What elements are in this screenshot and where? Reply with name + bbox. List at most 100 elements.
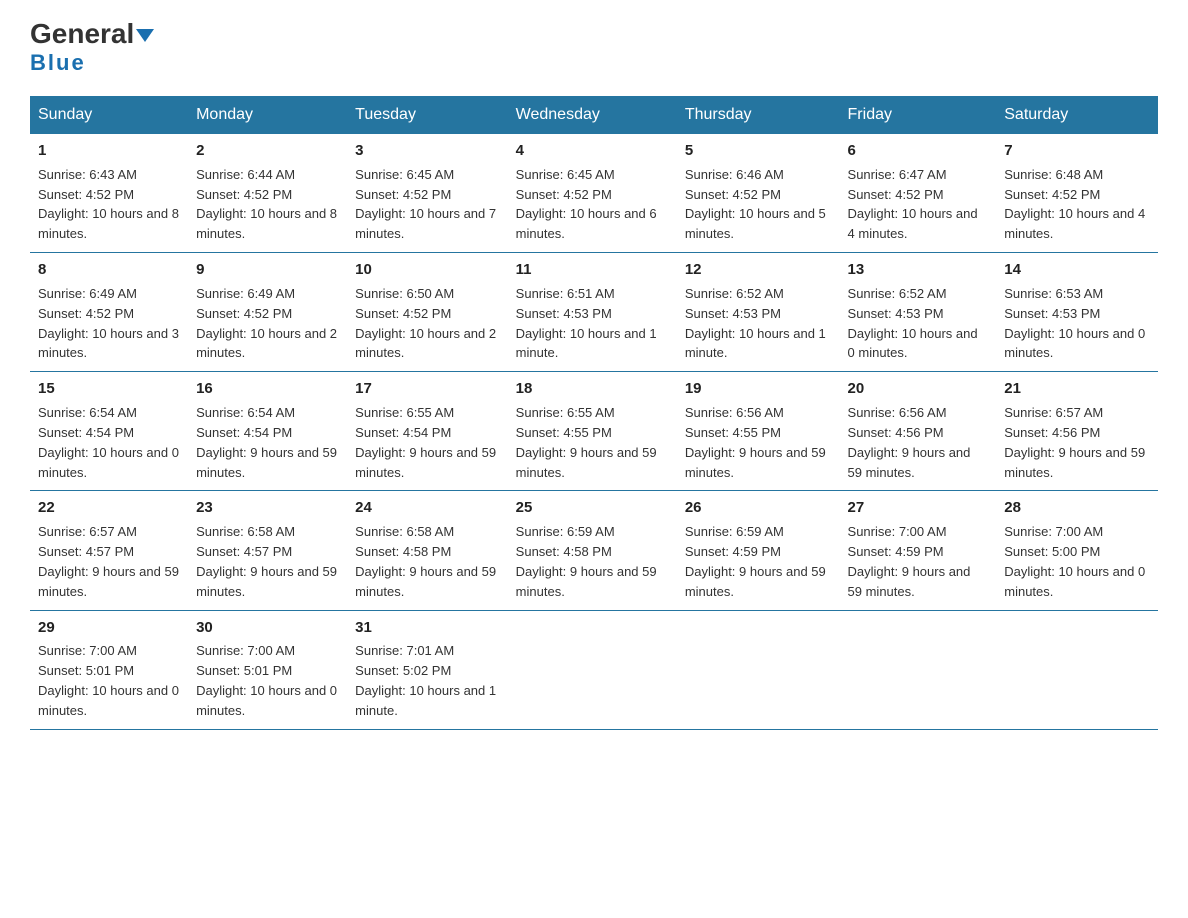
day-cell: 10Sunrise: 6:50 AMSunset: 4:52 PMDayligh… [347,253,508,372]
day-cell: 25 Sunrise: 6:59 AMSunset: 4:58 PMDayligh… [508,491,677,610]
day-info: Sunrise: 6:49 AMSunset: 4:52 PMDaylight:… [38,286,179,361]
header-thursday: Thursday [677,96,840,134]
header-tuesday: Tuesday [347,96,508,134]
day-info: Sunrise: 7:01 AMSunset: 5:02 PMDaylight:… [355,643,496,718]
day-number: 30 [196,617,339,639]
header-saturday: Saturday [996,96,1158,134]
day-info: Sunrise: 6:54 AMSunset: 4:54 PMDaylight:… [196,405,337,480]
day-number: 17 [355,378,500,400]
day-number: 12 [685,259,832,281]
day-number: 22 [38,497,180,519]
header-monday: Monday [188,96,347,134]
day-cell: 21 Sunrise: 6:57 AMSunset: 4:56 PMDayligh… [996,372,1158,491]
day-number: 27 [848,497,989,519]
day-info: Sunrise: 6:59 AMSunset: 4:59 PMDaylight:… [685,524,826,599]
day-info: Sunrise: 7:00 AMSunset: 4:59 PMDaylight:… [848,524,971,599]
day-number: 31 [355,617,500,639]
day-cell: 24Sunrise: 6:58 AMSunset: 4:58 PMDayligh… [347,491,508,610]
page-header: General Blue [30,20,1158,76]
day-info: Sunrise: 6:44 AMSunset: 4:52 PMDaylight:… [196,167,337,242]
day-cell: 13 Sunrise: 6:52 AMSunset: 4:53 PMDayligh… [840,253,997,372]
day-cell [996,610,1158,729]
day-cell: 9Sunrise: 6:49 AMSunset: 4:52 PMDaylight… [188,253,347,372]
day-cell: 15Sunrise: 6:54 AMSunset: 4:54 PMDayligh… [30,372,188,491]
day-number: 2 [196,140,339,162]
day-cell: 7 Sunrise: 6:48 AMSunset: 4:52 PMDaylight… [996,134,1158,253]
day-cell: 12 Sunrise: 6:52 AMSunset: 4:53 PMDayligh… [677,253,840,372]
day-cell: 19 Sunrise: 6:56 AMSunset: 4:55 PMDayligh… [677,372,840,491]
day-info: Sunrise: 6:47 AMSunset: 4:52 PMDaylight:… [848,167,978,242]
day-info: Sunrise: 6:52 AMSunset: 4:53 PMDaylight:… [848,286,978,361]
day-cell: 4 Sunrise: 6:45 AMSunset: 4:52 PMDaylight… [508,134,677,253]
week-row-3: 15Sunrise: 6:54 AMSunset: 4:54 PMDayligh… [30,372,1158,491]
day-info: Sunrise: 6:45 AMSunset: 4:52 PMDaylight:… [355,167,496,242]
day-cell: 1Sunrise: 6:43 AMSunset: 4:52 PMDaylight… [30,134,188,253]
day-number: 19 [685,378,832,400]
day-info: Sunrise: 6:53 AMSunset: 4:53 PMDaylight:… [1004,286,1145,361]
day-info: Sunrise: 6:51 AMSunset: 4:53 PMDaylight:… [516,286,657,361]
day-info: Sunrise: 6:56 AMSunset: 4:56 PMDaylight:… [848,405,971,480]
day-cell: 22 Sunrise: 6:57 AMSunset: 4:57 PMDayligh… [30,491,188,610]
calendar-table: SundayMondayTuesdayWednesdayThursdayFrid… [30,96,1158,730]
day-info: Sunrise: 6:45 AMSunset: 4:52 PMDaylight:… [516,167,657,242]
day-number: 16 [196,378,339,400]
day-cell: 23 Sunrise: 6:58 AMSunset: 4:57 PMDayligh… [188,491,347,610]
day-info: Sunrise: 6:54 AMSunset: 4:54 PMDaylight:… [38,405,179,480]
day-cell [677,610,840,729]
day-number: 21 [1004,378,1150,400]
day-info: Sunrise: 6:52 AMSunset: 4:53 PMDaylight:… [685,286,826,361]
day-number: 3 [355,140,500,162]
day-cell: 27 Sunrise: 7:00 AMSunset: 4:59 PMDayligh… [840,491,997,610]
day-number: 24 [355,497,500,519]
day-cell: 14Sunrise: 6:53 AMSunset: 4:53 PMDayligh… [996,253,1158,372]
day-number: 26 [685,497,832,519]
day-cell: 26 Sunrise: 6:59 AMSunset: 4:59 PMDayligh… [677,491,840,610]
day-number: 9 [196,259,339,281]
day-info: Sunrise: 7:00 AMSunset: 5:01 PMDaylight:… [196,643,337,718]
day-cell: 18 Sunrise: 6:55 AMSunset: 4:55 PMDayligh… [508,372,677,491]
day-number: 23 [196,497,339,519]
week-row-5: 29 Sunrise: 7:00 AMSunset: 5:01 PMDayligh… [30,610,1158,729]
logo-text: General [30,20,154,48]
day-info: Sunrise: 6:48 AMSunset: 4:52 PMDaylight:… [1004,167,1145,242]
day-info: Sunrise: 6:57 AMSunset: 4:56 PMDaylight:… [1004,405,1145,480]
day-number: 5 [685,140,832,162]
day-cell: 20 Sunrise: 6:56 AMSunset: 4:56 PMDayligh… [840,372,997,491]
day-number: 6 [848,140,989,162]
logo-general: General [30,18,134,49]
day-number: 7 [1004,140,1150,162]
day-number: 20 [848,378,989,400]
day-number: 29 [38,617,180,639]
day-cell [508,610,677,729]
day-info: Sunrise: 6:57 AMSunset: 4:57 PMDaylight:… [38,524,179,599]
day-info: Sunrise: 6:55 AMSunset: 4:55 PMDaylight:… [516,405,657,480]
day-info: Sunrise: 6:46 AMSunset: 4:52 PMDaylight:… [685,167,826,242]
day-number: 28 [1004,497,1150,519]
day-info: Sunrise: 6:50 AMSunset: 4:52 PMDaylight:… [355,286,496,361]
week-row-4: 22 Sunrise: 6:57 AMSunset: 4:57 PMDayligh… [30,491,1158,610]
day-cell: 31 Sunrise: 7:01 AMSunset: 5:02 PMDayligh… [347,610,508,729]
day-number: 25 [516,497,669,519]
day-cell: 5 Sunrise: 6:46 AMSunset: 4:52 PMDaylight… [677,134,840,253]
week-row-2: 8Sunrise: 6:49 AMSunset: 4:52 PMDaylight… [30,253,1158,372]
day-info: Sunrise: 7:00 AMSunset: 5:01 PMDaylight:… [38,643,179,718]
day-cell: 16 Sunrise: 6:54 AMSunset: 4:54 PMDayligh… [188,372,347,491]
day-cell [840,610,997,729]
day-number: 4 [516,140,669,162]
day-info: Sunrise: 6:59 AMSunset: 4:58 PMDaylight:… [516,524,657,599]
day-info: Sunrise: 6:56 AMSunset: 4:55 PMDaylight:… [685,405,826,480]
day-cell: 28 Sunrise: 7:00 AMSunset: 5:00 PMDayligh… [996,491,1158,610]
day-info: Sunrise: 6:55 AMSunset: 4:54 PMDaylight:… [355,405,496,480]
day-info: Sunrise: 6:43 AMSunset: 4:52 PMDaylight:… [38,167,179,242]
day-number: 13 [848,259,989,281]
header-wednesday: Wednesday [508,96,677,134]
day-cell: 30 Sunrise: 7:00 AMSunset: 5:01 PMDayligh… [188,610,347,729]
day-cell: 11 Sunrise: 6:51 AMSunset: 4:53 PMDayligh… [508,253,677,372]
day-info: Sunrise: 6:58 AMSunset: 4:57 PMDaylight:… [196,524,337,599]
day-number: 18 [516,378,669,400]
day-cell: 6 Sunrise: 6:47 AMSunset: 4:52 PMDaylight… [840,134,997,253]
logo: General Blue [30,20,154,76]
day-info: Sunrise: 7:00 AMSunset: 5:00 PMDaylight:… [1004,524,1145,599]
day-number: 11 [516,259,669,281]
logo-blue: Blue [30,50,86,76]
